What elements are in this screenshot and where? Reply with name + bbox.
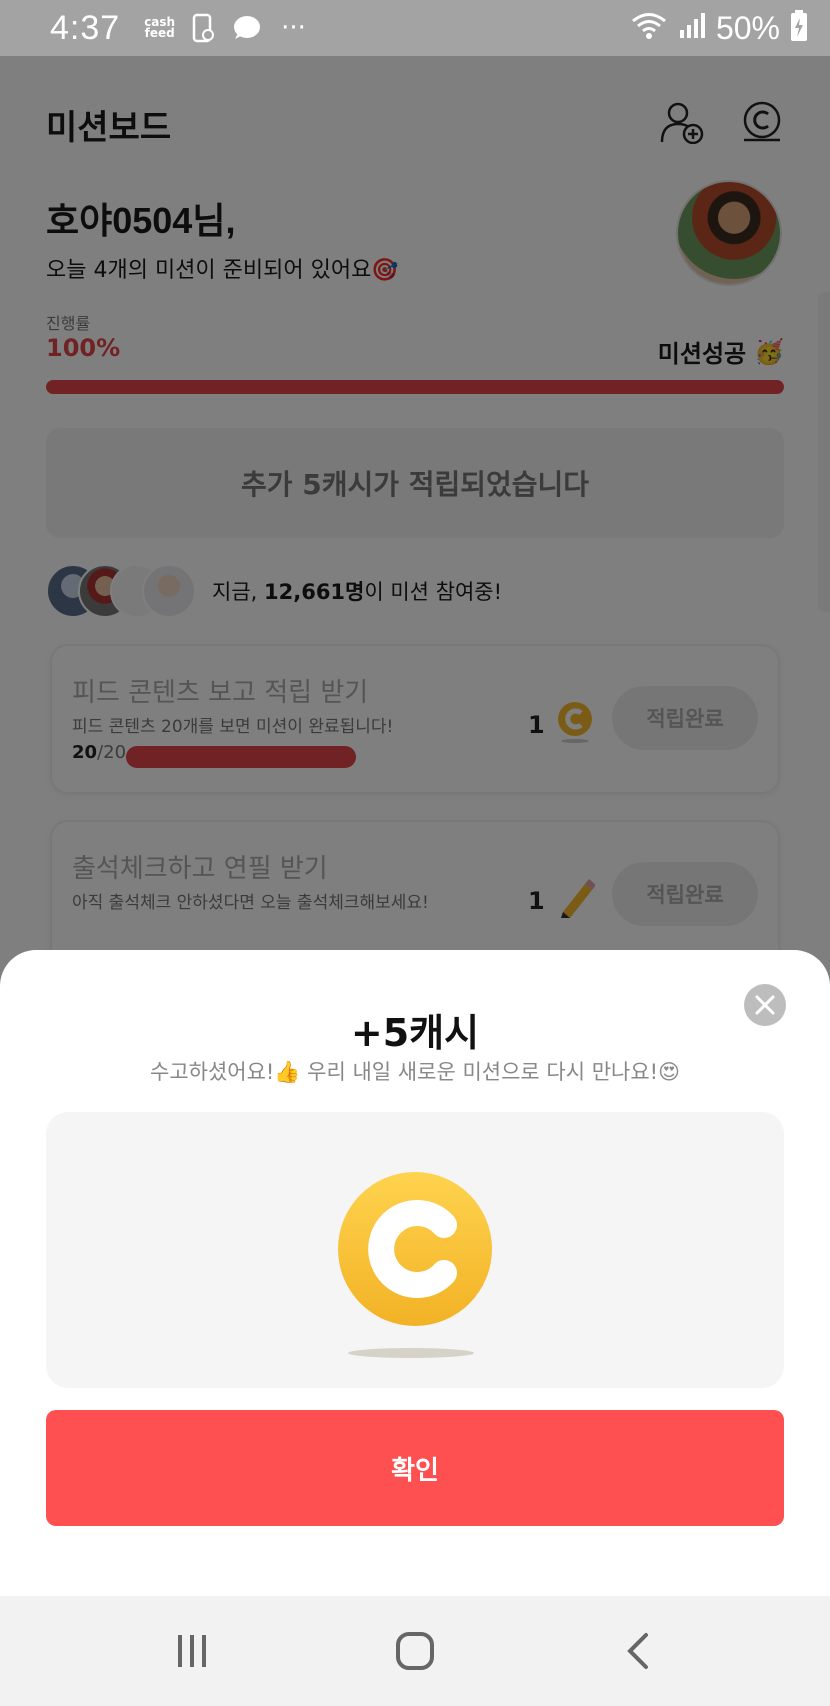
reward-subtitle: 수고하셨어요!👍 우리 내일 새로운 미션으로 다시 만나요!😍 xyxy=(150,1060,680,1084)
back-button[interactable] xyxy=(608,1621,668,1681)
system-nav-bar xyxy=(0,1596,830,1706)
reward-coin-box xyxy=(46,1112,784,1388)
reward-bottom-sheet: +5캐시 수고하셨어요!👍 우리 내일 새로운 미션으로 다시 만나요!😍 확인 xyxy=(0,950,830,1596)
more-notifications-icon: ··· xyxy=(281,13,306,43)
back-icon xyxy=(627,1633,649,1669)
home-icon xyxy=(395,1632,434,1670)
coin-shadow xyxy=(348,1348,474,1358)
recent-apps-icon xyxy=(177,1635,206,1667)
phone-clock-icon xyxy=(191,13,215,43)
chat-bubble-icon xyxy=(231,15,261,41)
cashfeed-notification-icon: cash feed xyxy=(144,16,175,40)
cashfeed-badge-line2: feed xyxy=(144,26,175,40)
wifi-icon xyxy=(630,11,668,45)
recent-apps-button[interactable] xyxy=(162,1621,222,1681)
status-time: 4:37 xyxy=(50,8,121,47)
battery-percent: 50% xyxy=(715,9,780,46)
battery-charging-icon xyxy=(790,10,808,46)
confirm-button[interactable]: 확인 xyxy=(46,1410,784,1526)
home-button[interactable] xyxy=(385,1621,445,1681)
cash-coin-icon xyxy=(338,1172,492,1326)
signal-icon xyxy=(678,12,706,44)
status-bar: 4:37 cash feed ··· 50% xyxy=(0,0,830,56)
reward-title: +5캐시 xyxy=(350,1011,480,1055)
